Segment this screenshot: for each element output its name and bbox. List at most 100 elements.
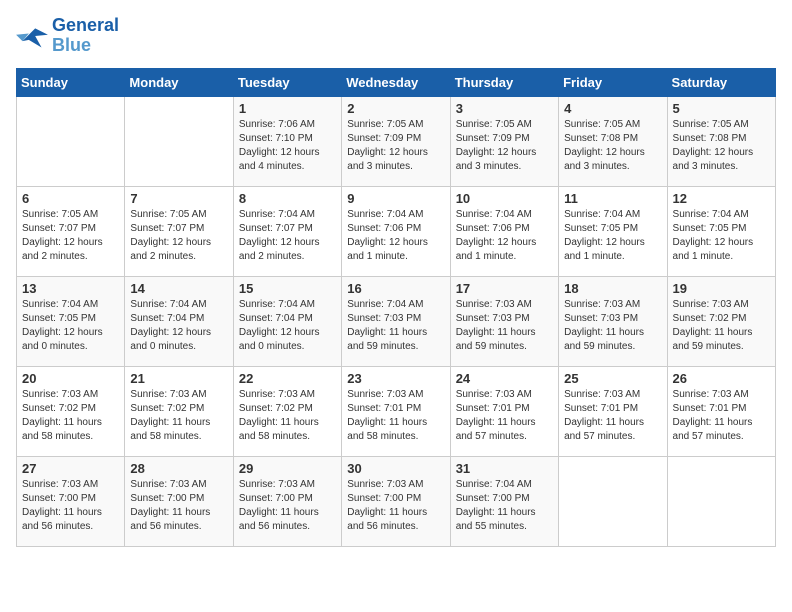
day-number: 31	[456, 461, 553, 476]
calendar-cell: 15Sunrise: 7:04 AM Sunset: 7:04 PM Dayli…	[233, 276, 341, 366]
day-number: 25	[564, 371, 661, 386]
day-number: 9	[347, 191, 444, 206]
day-number: 28	[130, 461, 227, 476]
calendar-cell	[559, 456, 667, 546]
day-number: 30	[347, 461, 444, 476]
calendar-cell: 13 Sunrise: 7:04 AM Sunset: 7:05 PM Dayli…	[17, 276, 125, 366]
day-number: 29	[239, 461, 336, 476]
header-friday: Friday	[559, 68, 667, 96]
logo: General Blue	[16, 16, 119, 56]
calendar-cell: 16 Sunrise: 7:04 AM Sunset: 7:03 PM Dayli…	[342, 276, 450, 366]
day-number: 19	[673, 281, 770, 296]
day-number: 11	[564, 191, 661, 206]
logo-text: General Blue	[52, 16, 119, 56]
day-number: 26	[673, 371, 770, 386]
day-number: 14	[130, 281, 227, 296]
calendar-cell: 20 Sunrise: 7:03 AM Sunset: 7:02 PM Dayli…	[17, 366, 125, 456]
day-info: Sunrise: 7:04 AM Sunset: 7:07 PM Dayligh…	[239, 208, 336, 264]
day-info: Sunrise: 7:05 AM Sunset: 7:07 PM Dayligh…	[22, 208, 119, 264]
day-number: 4	[564, 101, 661, 116]
calendar-cell: 31Sunrise: 7:04 AM Sunset: 7:00 PM Dayli…	[450, 456, 558, 546]
week-row-1: 1 Sunrise: 7:06 AM Sunset: 7:10 PM Daylig…	[17, 96, 776, 186]
header-saturday: Saturday	[667, 68, 775, 96]
calendar-cell: 1 Sunrise: 7:06 AM Sunset: 7:10 PM Daylig…	[233, 96, 341, 186]
calendar-cell: 18 Sunrise: 7:03 AM Sunset: 7:03 PM Dayli…	[559, 276, 667, 366]
week-row-3: 13 Sunrise: 7:04 AM Sunset: 7:05 PM Dayli…	[17, 276, 776, 366]
day-info: Sunrise: 7:03 AM Sunset: 7:02 PM Dayligh…	[130, 388, 227, 444]
calendar-cell	[667, 456, 775, 546]
calendar-cell: 14 Sunrise: 7:04 AM Sunset: 7:04 PM Dayli…	[125, 276, 233, 366]
day-info: Sunrise: 7:04 AM Sunset: 7:06 PM Dayligh…	[347, 208, 444, 264]
day-info: Sunrise: 7:05 AM Sunset: 7:09 PM Dayligh…	[456, 118, 553, 174]
calendar-table: SundayMondayTuesdayWednesdayThursdayFrid…	[16, 68, 776, 547]
day-info: Sunrise: 7:03 AM Sunset: 7:03 PM Dayligh…	[564, 298, 661, 354]
day-info: Sunrise: 7:03 AM Sunset: 7:02 PM Dayligh…	[22, 388, 119, 444]
day-info: Sunrise: 7:04 AM Sunset: 7:03 PM Dayligh…	[347, 298, 444, 354]
calendar-cell: 19 Sunrise: 7:03 AM Sunset: 7:02 PM Dayli…	[667, 276, 775, 366]
logo-icon	[16, 22, 48, 50]
day-number: 8	[239, 191, 336, 206]
calendar-cell	[17, 96, 125, 186]
week-row-4: 20 Sunrise: 7:03 AM Sunset: 7:02 PM Dayli…	[17, 366, 776, 456]
day-number: 7	[130, 191, 227, 206]
calendar-cell: 22Sunrise: 7:03 AM Sunset: 7:02 PM Dayli…	[233, 366, 341, 456]
day-info: Sunrise: 7:03 AM Sunset: 7:03 PM Dayligh…	[456, 298, 553, 354]
day-info: Sunrise: 7:05 AM Sunset: 7:09 PM Dayligh…	[347, 118, 444, 174]
day-number: 20	[22, 371, 119, 386]
day-info: Sunrise: 7:04 AM Sunset: 7:04 PM Dayligh…	[130, 298, 227, 354]
calendar-cell: 30 Sunrise: 7:03 AM Sunset: 7:00 PM Dayli…	[342, 456, 450, 546]
calendar-cell: 23 Sunrise: 7:03 AM Sunset: 7:01 PM Dayli…	[342, 366, 450, 456]
day-number: 24	[456, 371, 553, 386]
calendar-cell: 24Sunrise: 7:03 AM Sunset: 7:01 PM Dayli…	[450, 366, 558, 456]
day-number: 18	[564, 281, 661, 296]
header-wednesday: Wednesday	[342, 68, 450, 96]
calendar-cell: 6 Sunrise: 7:05 AM Sunset: 7:07 PM Daylig…	[17, 186, 125, 276]
calendar-cell: 21 Sunrise: 7:03 AM Sunset: 7:02 PM Dayli…	[125, 366, 233, 456]
day-info: Sunrise: 7:03 AM Sunset: 7:02 PM Dayligh…	[673, 298, 770, 354]
calendar-cell: 10Sunrise: 7:04 AM Sunset: 7:06 PM Dayli…	[450, 186, 558, 276]
calendar-cell: 17 Sunrise: 7:03 AM Sunset: 7:03 PM Dayli…	[450, 276, 558, 366]
calendar-cell: 5Sunrise: 7:05 AM Sunset: 7:08 PM Daylig…	[667, 96, 775, 186]
calendar-cell: 25Sunrise: 7:03 AM Sunset: 7:01 PM Dayli…	[559, 366, 667, 456]
day-info: Sunrise: 7:06 AM Sunset: 7:10 PM Dayligh…	[239, 118, 336, 174]
day-info: Sunrise: 7:05 AM Sunset: 7:08 PM Dayligh…	[673, 118, 770, 174]
day-number: 27	[22, 461, 119, 476]
calendar-cell	[125, 96, 233, 186]
day-number: 1	[239, 101, 336, 116]
calendar-cell: 12Sunrise: 7:04 AM Sunset: 7:05 PM Dayli…	[667, 186, 775, 276]
day-number: 21	[130, 371, 227, 386]
day-number: 15	[239, 281, 336, 296]
day-number: 10	[456, 191, 553, 206]
calendar-cell: 4 Sunrise: 7:05 AM Sunset: 7:08 PM Daylig…	[559, 96, 667, 186]
day-info: Sunrise: 7:05 AM Sunset: 7:07 PM Dayligh…	[130, 208, 227, 264]
week-row-5: 27 Sunrise: 7:03 AM Sunset: 7:00 PM Dayli…	[17, 456, 776, 546]
calendar-cell: 7 Sunrise: 7:05 AM Sunset: 7:07 PM Daylig…	[125, 186, 233, 276]
day-number: 3	[456, 101, 553, 116]
day-number: 17	[456, 281, 553, 296]
calendar-cell: 27Sunrise: 7:03 AM Sunset: 7:00 PM Dayli…	[17, 456, 125, 546]
header-row: SundayMondayTuesdayWednesdayThursdayFrid…	[17, 68, 776, 96]
calendar-cell: 29 Sunrise: 7:03 AM Sunset: 7:00 PM Dayli…	[233, 456, 341, 546]
header-sunday: Sunday	[17, 68, 125, 96]
day-info: Sunrise: 7:03 AM Sunset: 7:00 PM Dayligh…	[347, 478, 444, 534]
day-number: 13	[22, 281, 119, 296]
day-info: Sunrise: 7:03 AM Sunset: 7:01 PM Dayligh…	[347, 388, 444, 444]
day-number: 22	[239, 371, 336, 386]
page-header: General Blue	[16, 16, 776, 56]
header-tuesday: Tuesday	[233, 68, 341, 96]
day-info: Sunrise: 7:03 AM Sunset: 7:01 PM Dayligh…	[673, 388, 770, 444]
day-info: Sunrise: 7:05 AM Sunset: 7:08 PM Dayligh…	[564, 118, 661, 174]
week-row-2: 6 Sunrise: 7:05 AM Sunset: 7:07 PM Daylig…	[17, 186, 776, 276]
day-info: Sunrise: 7:04 AM Sunset: 7:05 PM Dayligh…	[22, 298, 119, 354]
header-monday: Monday	[125, 68, 233, 96]
day-number: 6	[22, 191, 119, 206]
calendar-cell: 26 Sunrise: 7:03 AM Sunset: 7:01 PM Dayli…	[667, 366, 775, 456]
day-number: 23	[347, 371, 444, 386]
day-info: Sunrise: 7:03 AM Sunset: 7:00 PM Dayligh…	[130, 478, 227, 534]
calendar-cell: 9 Sunrise: 7:04 AM Sunset: 7:06 PM Daylig…	[342, 186, 450, 276]
calendar-cell: 3 Sunrise: 7:05 AM Sunset: 7:09 PM Daylig…	[450, 96, 558, 186]
header-thursday: Thursday	[450, 68, 558, 96]
day-number: 16	[347, 281, 444, 296]
day-info: Sunrise: 7:03 AM Sunset: 7:00 PM Dayligh…	[239, 478, 336, 534]
calendar-cell: 2Sunrise: 7:05 AM Sunset: 7:09 PM Daylig…	[342, 96, 450, 186]
